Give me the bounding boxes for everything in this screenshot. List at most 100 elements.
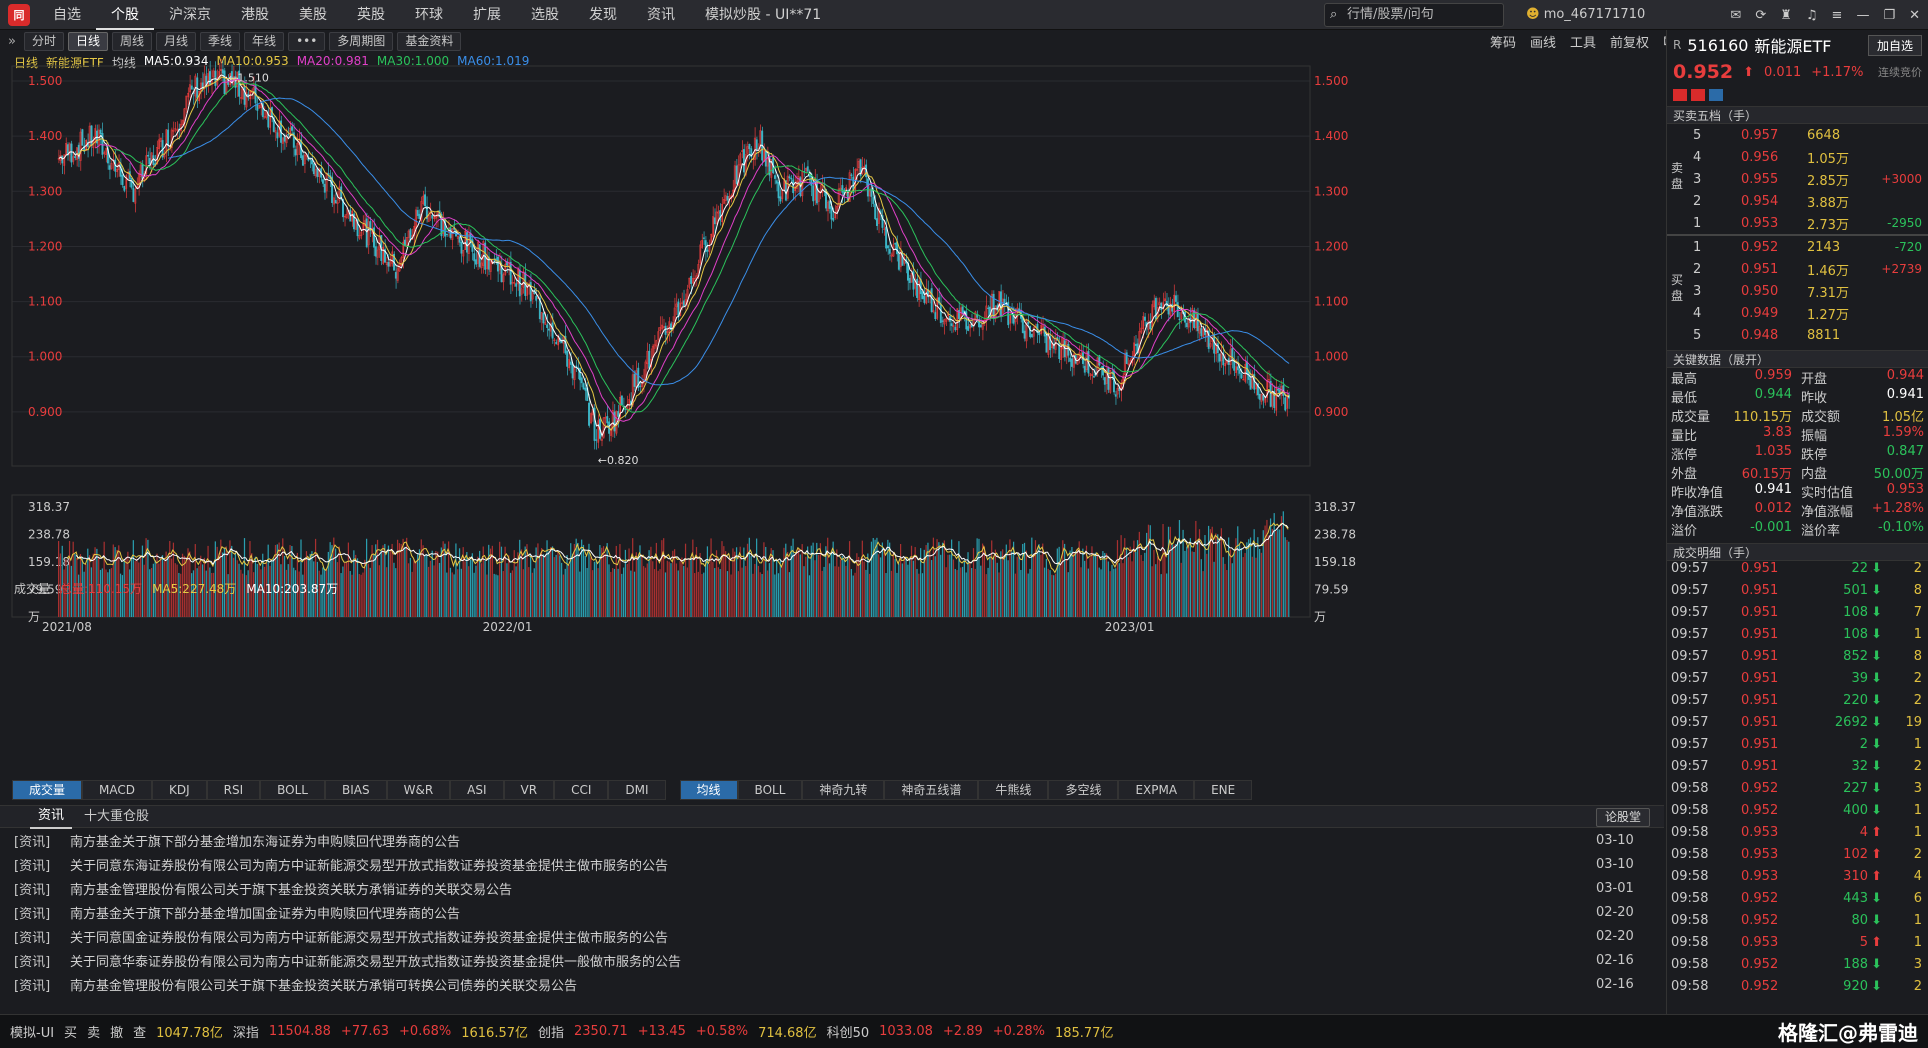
trade-button[interactable]: 查 (133, 1022, 146, 1041)
orderbook-row[interactable]: 5 0.948 8811 (1667, 324, 1928, 346)
nav-item[interactable]: 个股 (96, 0, 154, 30)
indicator-tab[interactable]: KDJ (152, 780, 207, 800)
period-button[interactable]: 季线 (200, 31, 241, 51)
kline-chart[interactable]: 1.500 1.500 1.400 1.400 1.300 1.300 1.200 1.200… (0, 52, 1664, 780)
period-button[interactable]: 年线 (244, 31, 285, 51)
news-item[interactable]: [资讯] 关于同意东海证券股份有限公司为南方中证新能源交易型开放式指数证券投资基金… (0, 852, 1664, 876)
user-account[interactable]: ☻ mo_467171710 (1526, 0, 1645, 30)
bell-icon[interactable]: ♫ (1806, 8, 1818, 23)
trades-title[interactable]: 成交明细（手） (1667, 543, 1928, 561)
nav-item[interactable]: 扩展 (458, 0, 516, 30)
orderbook-row[interactable]: 2 0.954 3.88万 (1667, 190, 1928, 212)
search-input[interactable]: ⌕ 行情/股票/问句 (1324, 3, 1504, 27)
overlay-tab[interactable]: ENE (1194, 780, 1253, 800)
indicator-tab[interactable]: DMI (608, 780, 666, 800)
tool-button[interactable]: 筹码 (1490, 32, 1516, 51)
tool-button[interactable]: 画线 (1530, 32, 1556, 51)
skin-icon[interactable]: ♜ (1780, 8, 1792, 23)
forum-button[interactable]: 论股堂 (1596, 808, 1651, 827)
orderbook-row[interactable]: 4 0.949 1.27万 (1667, 302, 1928, 324)
overlay-tab[interactable]: 均线 (679, 780, 738, 800)
volume-bar (972, 548, 975, 617)
trade-button[interactable]: 买 (64, 1022, 77, 1041)
news-item[interactable]: [资讯] 关于同意国金证券股份有限公司为南方中证新能源交易型开放式指数证券投资基金… (0, 924, 1664, 948)
news-title[interactable]: 关于同意华泰证券股份有限公司为南方中证新能源交易型开放式指数证券投资基金提供一般… (70, 951, 681, 970)
minimize-icon[interactable]: — (1856, 8, 1869, 23)
period-button[interactable]: ••• (288, 31, 326, 51)
news-item[interactable]: [资讯] 南方基金管理股份有限公司关于旗下基金投资关联方承销可转换公司债券的关联交… (0, 972, 1664, 996)
volume-bar (384, 543, 386, 617)
refresh-icon[interactable]: ⟳ (1755, 8, 1766, 23)
orderbook-row[interactable]: 3 0.955 2.85万 +3000 (1667, 168, 1928, 190)
trade-button[interactable]: 卖 (87, 1022, 100, 1041)
orderbook-row[interactable]: 5 0.957 6648 (1667, 124, 1928, 146)
overlay-tab[interactable]: 神奇九转 (802, 780, 885, 800)
news-title[interactable]: 南方基金关于旗下部分基金增加东海证券为申购赎回代理券商的公告 (70, 831, 460, 850)
news-item[interactable]: [资讯] 南方基金关于旗下部分基金增加国金证券为申购赎回代理券商的公告 02-20 (0, 900, 1664, 924)
indicator-tab[interactable]: MACD (82, 780, 152, 800)
expand-icon[interactable]: » (8, 34, 16, 49)
nav-item[interactable]: 选股 (516, 0, 574, 30)
indicator-tab[interactable]: ASI (450, 780, 504, 800)
volume-bar (1186, 546, 1188, 617)
news-title[interactable]: 关于同意国金证券股份有限公司为南方中证新能源交易型开放式指数证券投资基金提供主做… (70, 927, 668, 946)
volume-bar (1224, 563, 1226, 617)
nav-item[interactable]: 发现 (574, 0, 632, 30)
trade-button[interactable]: 撤 (110, 1022, 123, 1041)
period-button[interactable]: 月线 (156, 31, 197, 51)
indicator-tab[interactable]: RSI (206, 780, 261, 800)
add-watchlist-button[interactable]: 加自选 (1867, 34, 1922, 56)
indicator-tab[interactable]: W&R (386, 780, 451, 800)
news-item[interactable]: [资讯] 关于同意华泰证券股份有限公司为南方中证新能源交易型开放式指数证券投资基金… (0, 948, 1664, 972)
indicator-tab[interactable]: CCI (554, 780, 609, 800)
nav-item[interactable]: 模拟炒股 - UI**71 (690, 0, 836, 30)
overlay-tab[interactable]: 神奇五线谱 (884, 780, 979, 800)
tool-button[interactable]: 工具 (1570, 32, 1596, 51)
sim-label[interactable]: 模拟-UI (10, 1022, 54, 1041)
orderbook-title[interactable]: 买卖五档（手） (1667, 106, 1928, 124)
orderbook-row[interactable]: 4 0.956 1.05万 (1667, 146, 1928, 168)
overlay-tab[interactable]: 多空线 (1048, 780, 1119, 800)
news-item[interactable]: [资讯] 南方基金关于旗下部分基金增加东海证券为申购赎回代理券商的公告 03-10 (0, 828, 1664, 852)
news-title[interactable]: 南方基金关于旗下部分基金增加国金证券为申购赎回代理券商的公告 (70, 903, 460, 922)
volume-bar (561, 562, 563, 617)
period-button[interactable]: 周线 (112, 31, 153, 51)
orderbook-row[interactable]: 1 0.952 2143 -720 (1667, 236, 1928, 258)
period-button[interactable]: 分时 (23, 31, 64, 51)
overlay-tab[interactable]: EXPMA (1118, 780, 1195, 800)
overlay-tab[interactable]: BOLL (737, 780, 803, 800)
restore-icon[interactable]: ❐ (1883, 8, 1895, 23)
orderbook-row[interactable]: 1 0.953 2.73万 -2950 (1667, 212, 1928, 234)
close-icon[interactable]: ✕ (1909, 8, 1920, 23)
indicator-tab[interactable]: 成交量 (12, 780, 83, 800)
nav-item[interactable]: 英股 (342, 0, 400, 30)
keydata-title[interactable]: 关键数据（展开） (1667, 350, 1928, 368)
nav-item[interactable]: 港股 (226, 0, 284, 30)
indicator-tab[interactable]: VR (503, 780, 555, 800)
period-button[interactable]: 基金资料 (397, 31, 462, 51)
orderbook-row[interactable]: 3 0.950 7.31万 (1667, 280, 1928, 302)
news-item[interactable]: [资讯] 南方基金管理股份有限公司关于旗下基金投资关联方承销证券的关联交易公告 03… (0, 876, 1664, 900)
period-button[interactable]: 日线 (67, 31, 108, 51)
period-button[interactable]: 多周期图 (329, 31, 394, 51)
indicator-tab[interactable]: BIAS (325, 780, 387, 800)
nav-item[interactable]: 环球 (400, 0, 458, 30)
nav-item[interactable]: 资讯 (632, 0, 690, 30)
menu-icon[interactable]: ≡ (1832, 8, 1843, 23)
indicator-tab[interactable]: BOLL (260, 780, 325, 800)
nav-item[interactable]: 美股 (284, 0, 342, 30)
trade-price: 0.952 (1741, 957, 1779, 972)
volume-bar (568, 565, 570, 617)
news-title[interactable]: 关于同意东海证券股份有限公司为南方中证新能源交易型开放式指数证券投资基金提供主做… (70, 855, 668, 874)
nav-item[interactable]: 沪深京 (154, 0, 226, 30)
message-icon[interactable]: ✉ (1730, 8, 1741, 23)
news-title[interactable]: 南方基金管理股份有限公司关于旗下基金投资关联方承销证券的关联交易公告 (70, 879, 512, 898)
orderbook-row[interactable]: 2 0.951 1.46万 +2739 (1667, 258, 1928, 280)
volume-bar (850, 568, 853, 617)
tool-button[interactable]: 前复权 (1610, 32, 1649, 51)
news-tab[interactable]: 资讯 (30, 805, 73, 829)
overlay-tab[interactable]: 牛熊线 (978, 780, 1049, 800)
news-title[interactable]: 南方基金管理股份有限公司关于旗下基金投资关联方承销可转换公司债券的关联交易公告 (70, 975, 577, 994)
news-tab[interactable]: 十大重仓股 (76, 806, 157, 828)
nav-item[interactable]: 自选 (38, 0, 96, 30)
